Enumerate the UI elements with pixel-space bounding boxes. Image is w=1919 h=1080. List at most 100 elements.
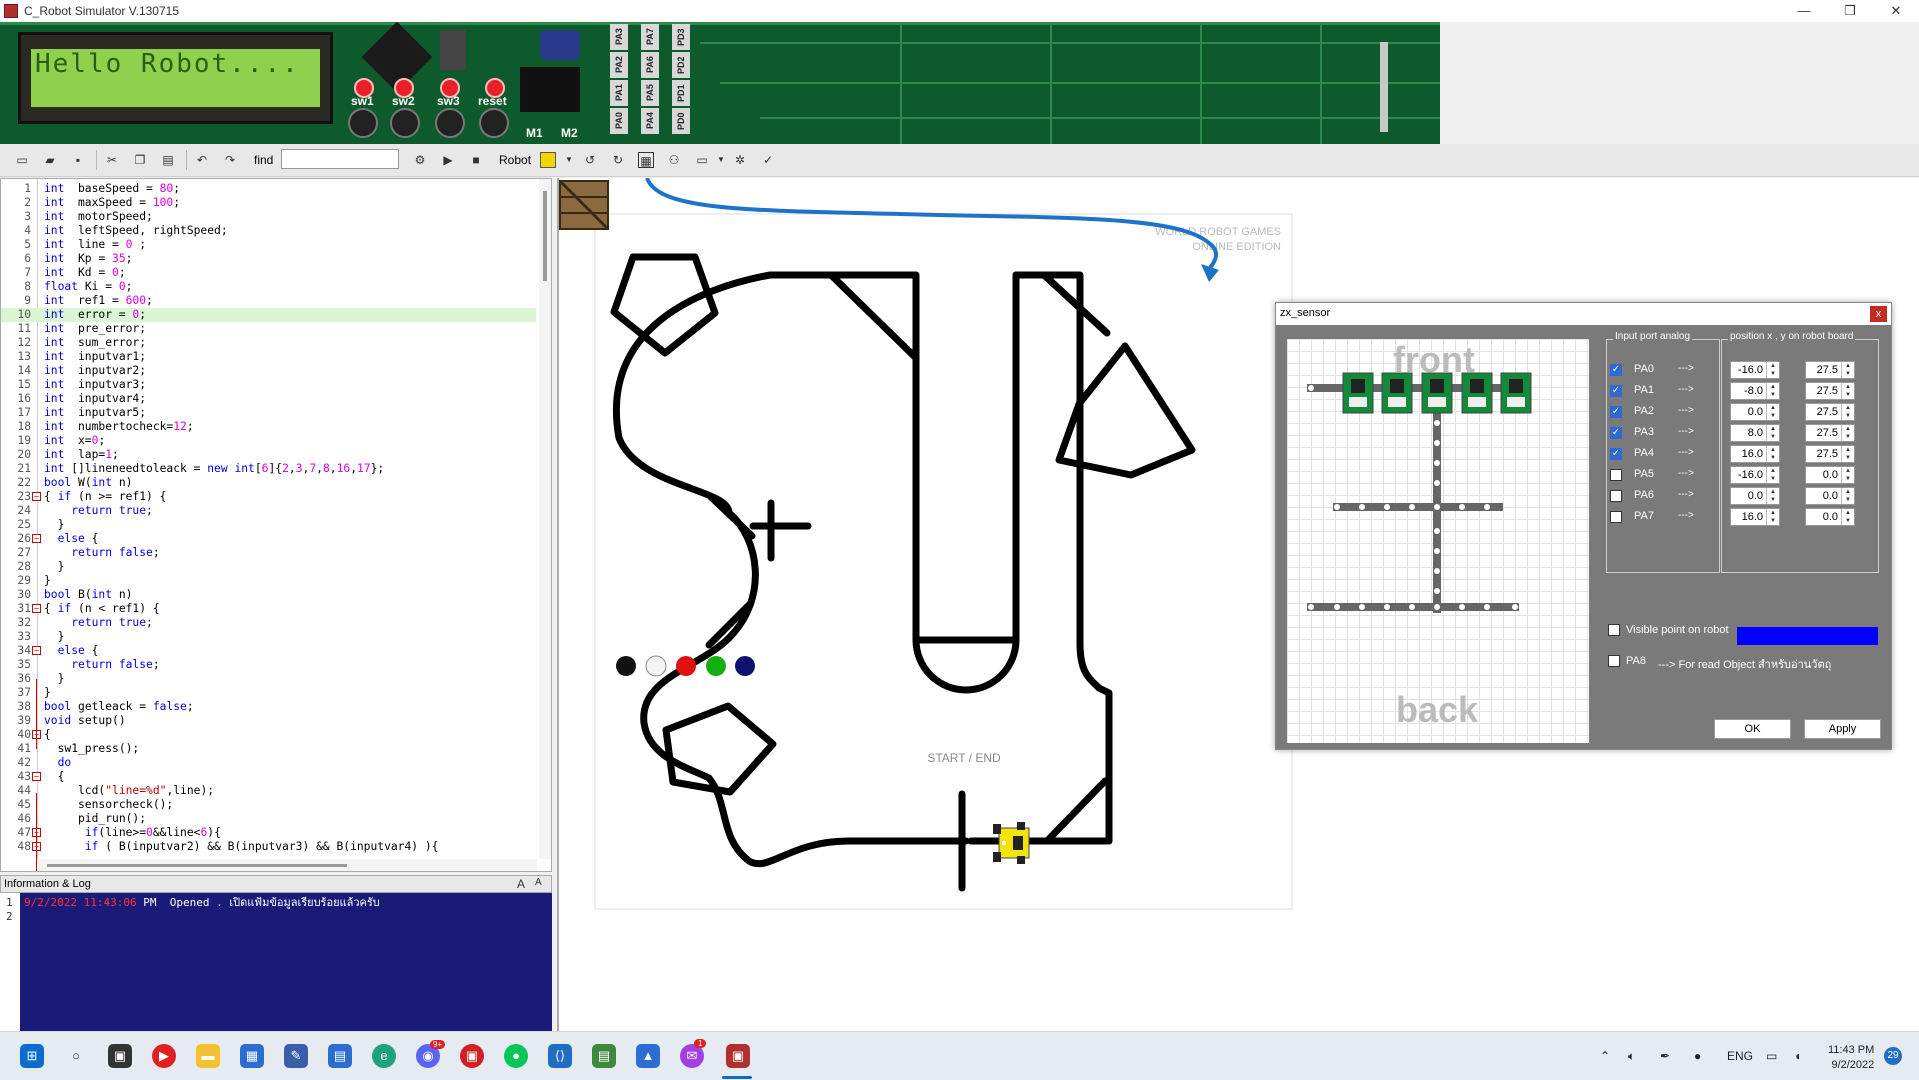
port-pd3[interactable]: PD3: [672, 24, 690, 50]
rotate-left-icon[interactable]: ↺: [582, 152, 598, 168]
app-icon[interactable]: ✎: [284, 1044, 308, 1068]
code-line[interactable]: 22 bool W(int n): [1, 476, 536, 490]
vscode-icon[interactable]: ⟨⟩: [548, 1044, 572, 1068]
photos-icon[interactable]: ▲: [636, 1044, 660, 1068]
paste-icon[interactable]: ▤: [160, 152, 176, 168]
open-folder-icon[interactable]: ▰: [42, 152, 58, 168]
tray-chevron-icon[interactable]: ⌃: [1600, 1049, 1610, 1063]
code-line[interactable]: 6 int Kp = 35;: [1, 252, 536, 266]
edge-icon[interactable]: e: [372, 1044, 396, 1068]
chevron-down-icon[interactable]: ▼: [561, 152, 577, 168]
port-pa6[interactable]: PA6: [641, 52, 659, 78]
code-editor[interactable]: 1 int baseSpeed = 80; 2 int maxSpeed = 100;…: [0, 178, 552, 872]
sensor-pa2[interactable]: [1421, 372, 1453, 414]
sw3-button[interactable]: [435, 108, 465, 138]
visible-point-color[interactable]: [1737, 627, 1878, 645]
position-y-spinner[interactable]: 27.5 ▲ ▼: [1805, 445, 1855, 463]
port-pd0[interactable]: PD0: [672, 108, 690, 134]
code-line[interactable]: 7 int Kd = 0;: [1, 266, 536, 280]
code-line[interactable]: 16 int inputvar4;: [1, 392, 536, 406]
port-checkbox[interactable]: ✓: [1610, 448, 1622, 460]
position-y-spinner[interactable]: 27.5 ▲ ▼: [1805, 361, 1855, 379]
code-line[interactable]: 17 int inputvar5;: [1, 406, 536, 420]
code-line[interactable]: 29}: [1, 574, 536, 588]
position-x-spinner[interactable]: 0.0 ▲ ▼: [1730, 487, 1780, 505]
line-icon[interactable]: ●: [504, 1044, 528, 1068]
search-icon[interactable]: ○: [64, 1044, 88, 1068]
field-icon[interactable]: ▭: [694, 152, 710, 168]
code-line[interactable]: 2 int maxSpeed = 100;: [1, 196, 536, 210]
position-x-spinner[interactable]: -16.0 ▲ ▼: [1730, 361, 1780, 379]
code-line[interactable]: 8 float Ki = 0;: [1, 280, 536, 294]
port-checkbox[interactable]: [1610, 490, 1622, 502]
code-line[interactable]: 36 }: [1, 672, 536, 686]
store-icon[interactable]: ▦: [240, 1044, 264, 1068]
minimize-button[interactable]: —: [1781, 0, 1827, 22]
speaker-icon[interactable]: ◖: [1794, 1049, 1801, 1063]
code-line[interactable]: 19 int x=0;: [1, 434, 536, 448]
fold-toggle-icon[interactable]: −: [32, 772, 41, 781]
sensor-pa1[interactable]: [1381, 372, 1413, 414]
position-x-spinner[interactable]: -8.0 ▲ ▼: [1730, 382, 1780, 400]
code-line[interactable]: 3 int motorSpeed;: [1, 210, 536, 224]
code-line[interactable]: 23−{ if (n >= ref1) {: [1, 490, 536, 504]
code-line[interactable]: 4 int leftSpeed, rightSpeed;: [1, 224, 536, 238]
position-y-spinner[interactable]: 0.0 ▲ ▼: [1805, 466, 1855, 484]
code-line[interactable]: 44 lcd("line=%d",line);: [1, 784, 536, 798]
port-pd1[interactable]: PD1: [672, 80, 690, 106]
code-line[interactable]: 20 int lap=1;: [1, 448, 536, 462]
undo-icon[interactable]: ↶: [194, 152, 210, 168]
code-line[interactable]: 39 void setup(): [1, 714, 536, 728]
code-line[interactable]: 41 sw1_press();: [1, 742, 536, 756]
code-line[interactable]: 37}: [1, 686, 536, 700]
code-line[interactable]: 27 return false;: [1, 546, 536, 560]
robot-board-grid[interactable]: front back: [1287, 339, 1589, 743]
code-line[interactable]: 25 }: [1, 518, 536, 532]
check-icon[interactable]: ✓: [760, 152, 776, 168]
robot-select-icon[interactable]: [540, 152, 556, 168]
position-y-spinner[interactable]: 27.5 ▲ ▼: [1805, 382, 1855, 400]
font-size-small-icon[interactable]: A: [535, 877, 542, 888]
port-pa0[interactable]: PA0: [610, 108, 628, 134]
network-icon[interactable]: ▭: [1766, 1049, 1777, 1063]
code-line[interactable]: 35 return false;: [1, 658, 536, 672]
object-ball-green[interactable]: [706, 656, 726, 676]
port-pa1[interactable]: PA1: [610, 80, 628, 106]
file-explorer-icon[interactable]: ▬: [196, 1044, 220, 1068]
crate-icon[interactable]: [559, 180, 609, 230]
sensor-pa4[interactable]: [1500, 372, 1532, 414]
redo-icon[interactable]: ↷: [222, 152, 238, 168]
ok-button[interactable]: OK: [1714, 719, 1791, 739]
object-ball-blue[interactable]: [735, 656, 755, 676]
copy-icon[interactable]: ❐: [132, 152, 148, 168]
maximize-button[interactable]: ❐: [1827, 0, 1873, 22]
position-x-spinner[interactable]: 16.0 ▲ ▼: [1730, 445, 1780, 463]
font-size-icon[interactable]: A: [517, 877, 525, 891]
fold-toggle-icon[interactable]: −: [32, 604, 41, 613]
port-checkbox[interactable]: [1610, 511, 1622, 523]
object-ball-black[interactable]: [616, 656, 636, 676]
settings-icon[interactable]: ✲: [732, 152, 748, 168]
code-line[interactable]: 38 bool getleack = false;: [1, 700, 536, 714]
code-line[interactable]: 46 pid_run();: [1, 812, 536, 826]
fold-toggle-icon[interactable]: −: [32, 492, 41, 501]
position-x-spinner[interactable]: -16.0 ▲ ▼: [1730, 466, 1780, 484]
port-checkbox[interactable]: ✓: [1610, 364, 1622, 376]
editor-horizontal-scrollbar[interactable]: [37, 859, 537, 871]
port-pa7[interactable]: PA7: [641, 24, 659, 50]
clock[interactable]: 11:43 PM 9/2/2022: [1828, 1043, 1874, 1073]
reset-button[interactable]: [479, 108, 509, 138]
port-checkbox[interactable]: ✓: [1610, 406, 1622, 418]
position-y-spinner[interactable]: 27.5 ▲ ▼: [1805, 424, 1855, 442]
code-line[interactable]: 48− if ( B(inputvar2) && B(inputvar3) &&…: [1, 840, 536, 854]
code-line[interactable]: 40−{: [1, 728, 536, 742]
object-ball-white[interactable]: [645, 655, 667, 677]
close-button[interactable]: ✕: [1873, 0, 1919, 22]
code-line[interactable]: 11 int pre_error;: [1, 322, 536, 336]
port-pa5[interactable]: PA5: [641, 80, 659, 106]
code-line[interactable]: 9 int ref1 = 600;: [1, 294, 536, 308]
robot-icon[interactable]: ⚇: [666, 152, 682, 168]
port-pd2[interactable]: PD2: [672, 52, 690, 78]
sw1-button[interactable]: [348, 108, 378, 138]
code-line[interactable]: 14 int inputvar2;: [1, 364, 536, 378]
